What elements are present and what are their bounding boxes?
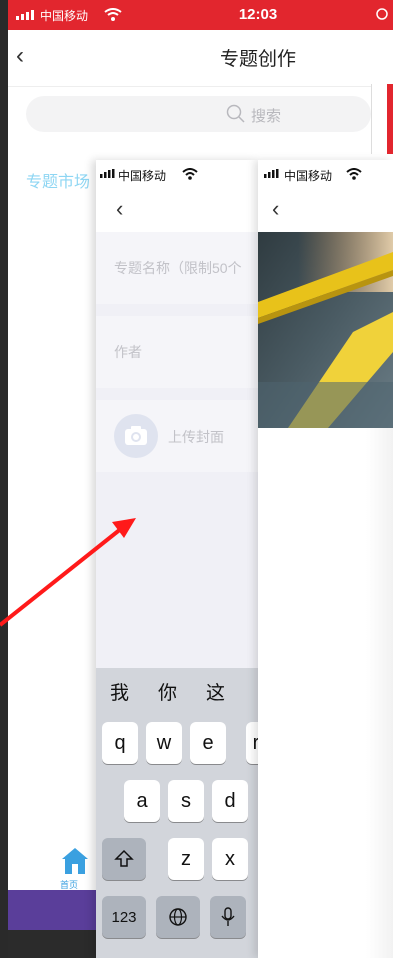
annotation-arrow [0,518,136,627]
